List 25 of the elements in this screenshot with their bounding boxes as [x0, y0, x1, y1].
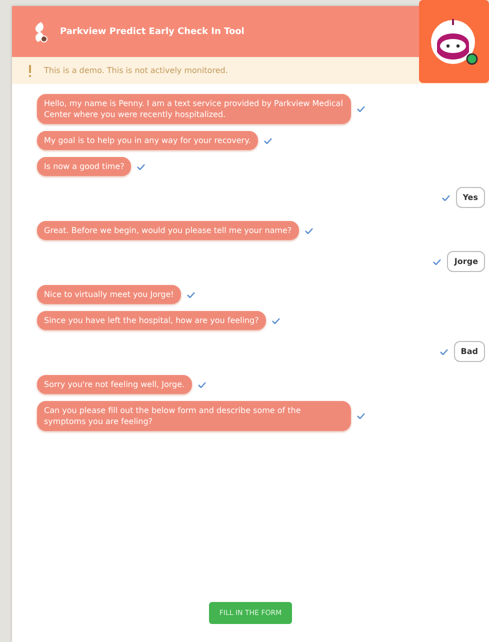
check-icon — [433, 258, 442, 264]
check-icon — [357, 413, 365, 419]
check-icon — [442, 194, 450, 200]
check-icon — [198, 382, 206, 388]
bot-message: Nice to virtually meet you Jorge! — [37, 285, 181, 304]
bot-message: Hello, my name is Penny. I am a text service provided by Parkview Medical Center where you were recently hospitalized. — [37, 94, 351, 124]
check-icon — [440, 348, 448, 354]
check-icon — [304, 228, 313, 234]
check-icon — [272, 318, 280, 324]
user-reply: Yes — [456, 187, 485, 208]
check-icon — [357, 106, 365, 112]
check-icon — [186, 292, 195, 298]
warning-icon — [28, 64, 32, 76]
check-icon — [137, 164, 146, 170]
bot-message: Since you have left the hospital, how are you feeling? — [37, 311, 266, 330]
user-reply: Bad — [454, 341, 485, 362]
bot-message: My goal is to help you in any way for your recovery. — [37, 131, 258, 150]
bot-message: Can you please fill out the below form and describe some of the symptoms you are feeling? — [37, 401, 351, 431]
bot-message: Great. Before we begin, would you please tell me your name? — [37, 221, 299, 240]
user-reply: Jorge — [447, 251, 485, 272]
bot-message: Is now a good time? — [37, 157, 132, 176]
bot-message: Sorry you're not feeling well, Jorge. — [37, 375, 192, 394]
check-icon — [264, 138, 272, 144]
header-title: Parkview Predict Early Check In Tool — [60, 26, 244, 36]
notice-text: This is a demo. This is not actively monitored. — [44, 66, 228, 75]
